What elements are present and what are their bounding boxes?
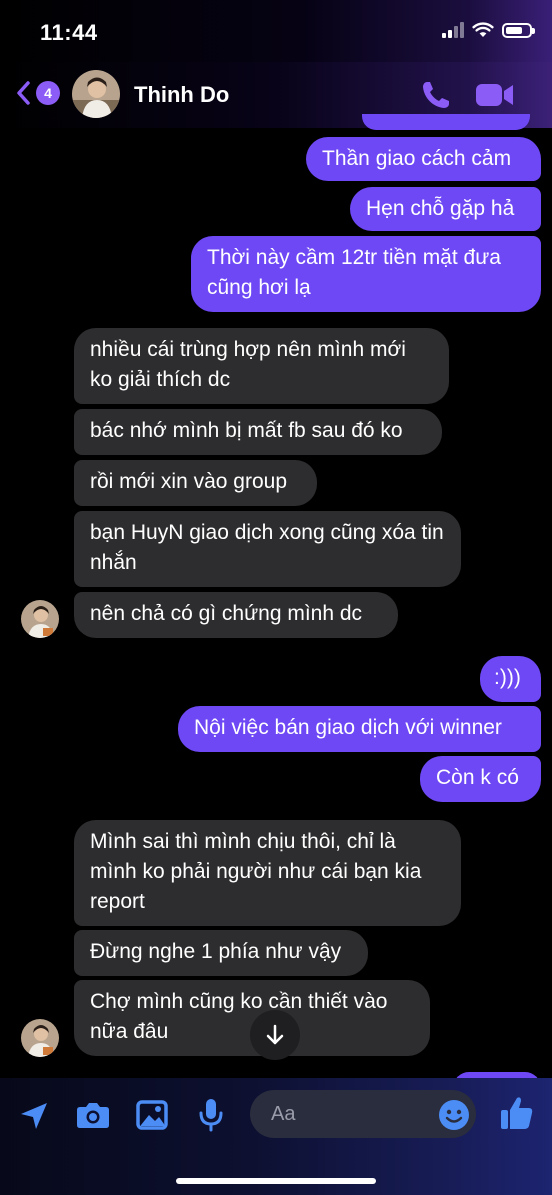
wifi-icon [472, 22, 494, 37]
message-bubble[interactable]: bạn HuyN giao dịch xong cũng xóa tin nhắ… [74, 511, 461, 587]
message-bubble[interactable]: Mình sai thì mình chịu thôi, chỉ là mình… [74, 820, 461, 926]
message-bubble[interactable]: bác nhớ mình bị mất fb sau đó ko [74, 409, 442, 455]
location-arrow-icon[interactable] [18, 1100, 50, 1132]
message-bubble[interactable]: Nội việc bán giao dịch với winner [178, 706, 541, 752]
contact-name[interactable]: Thinh Do [134, 82, 229, 108]
status-bar: 11:44 [0, 0, 552, 62]
message-input[interactable]: Aa [250, 1090, 476, 1138]
cellular-signal-icon [442, 22, 464, 38]
smiley-icon[interactable] [438, 1099, 470, 1131]
message-bubble[interactable]: Thần giao cách cảm [306, 137, 541, 181]
message-bubble[interactable]: Hẹn chỗ gặp hả [350, 187, 541, 231]
message-bubble[interactable]: Còn k có [420, 756, 541, 802]
home-indicator[interactable] [176, 1178, 376, 1184]
message-bubble[interactable]: Thời này cầm 12tr tiền mặt đưa cũng hơi … [191, 236, 541, 312]
message-bubble[interactable]: nhiều cái trùng hợp nên mình mới ko giải… [74, 328, 449, 404]
arrow-down-icon [266, 1024, 284, 1045]
video-camera-icon[interactable] [475, 82, 515, 108]
unread-count-badge: 4 [36, 81, 60, 105]
scroll-to-bottom-button[interactable] [250, 1010, 300, 1060]
microphone-icon[interactable] [198, 1098, 224, 1132]
status-time: 11:44 [40, 20, 98, 45]
message-input-placeholder: Aa [271, 1103, 296, 1125]
message-bubble[interactable]: nên chả có gì chứng mình dc [74, 592, 398, 638]
phone-icon[interactable] [420, 79, 452, 111]
status-icons [442, 22, 535, 38]
back-button[interactable]: 4 [14, 79, 60, 107]
sender-avatar[interactable] [21, 1019, 59, 1057]
contact-avatar[interactable] [72, 70, 120, 118]
message-bubble[interactable]: Đừng nghe 1 phía như vậy [74, 930, 368, 976]
thumbs-up-icon[interactable] [500, 1095, 534, 1131]
message-bubble-previous [362, 114, 530, 130]
battery-icon [502, 22, 535, 38]
sender-avatar[interactable] [21, 600, 59, 638]
message-bubble[interactable]: :))) [480, 656, 541, 702]
camera-icon[interactable] [76, 1101, 110, 1129]
image-icon[interactable] [136, 1100, 168, 1130]
message-list[interactable]: Thần giao cách cảm Hẹn chỗ gặp hả Thời n… [0, 114, 552, 1092]
chevron-left-icon [17, 81, 30, 105]
message-bubble[interactable]: rồi mới xin vào group [74, 460, 317, 506]
